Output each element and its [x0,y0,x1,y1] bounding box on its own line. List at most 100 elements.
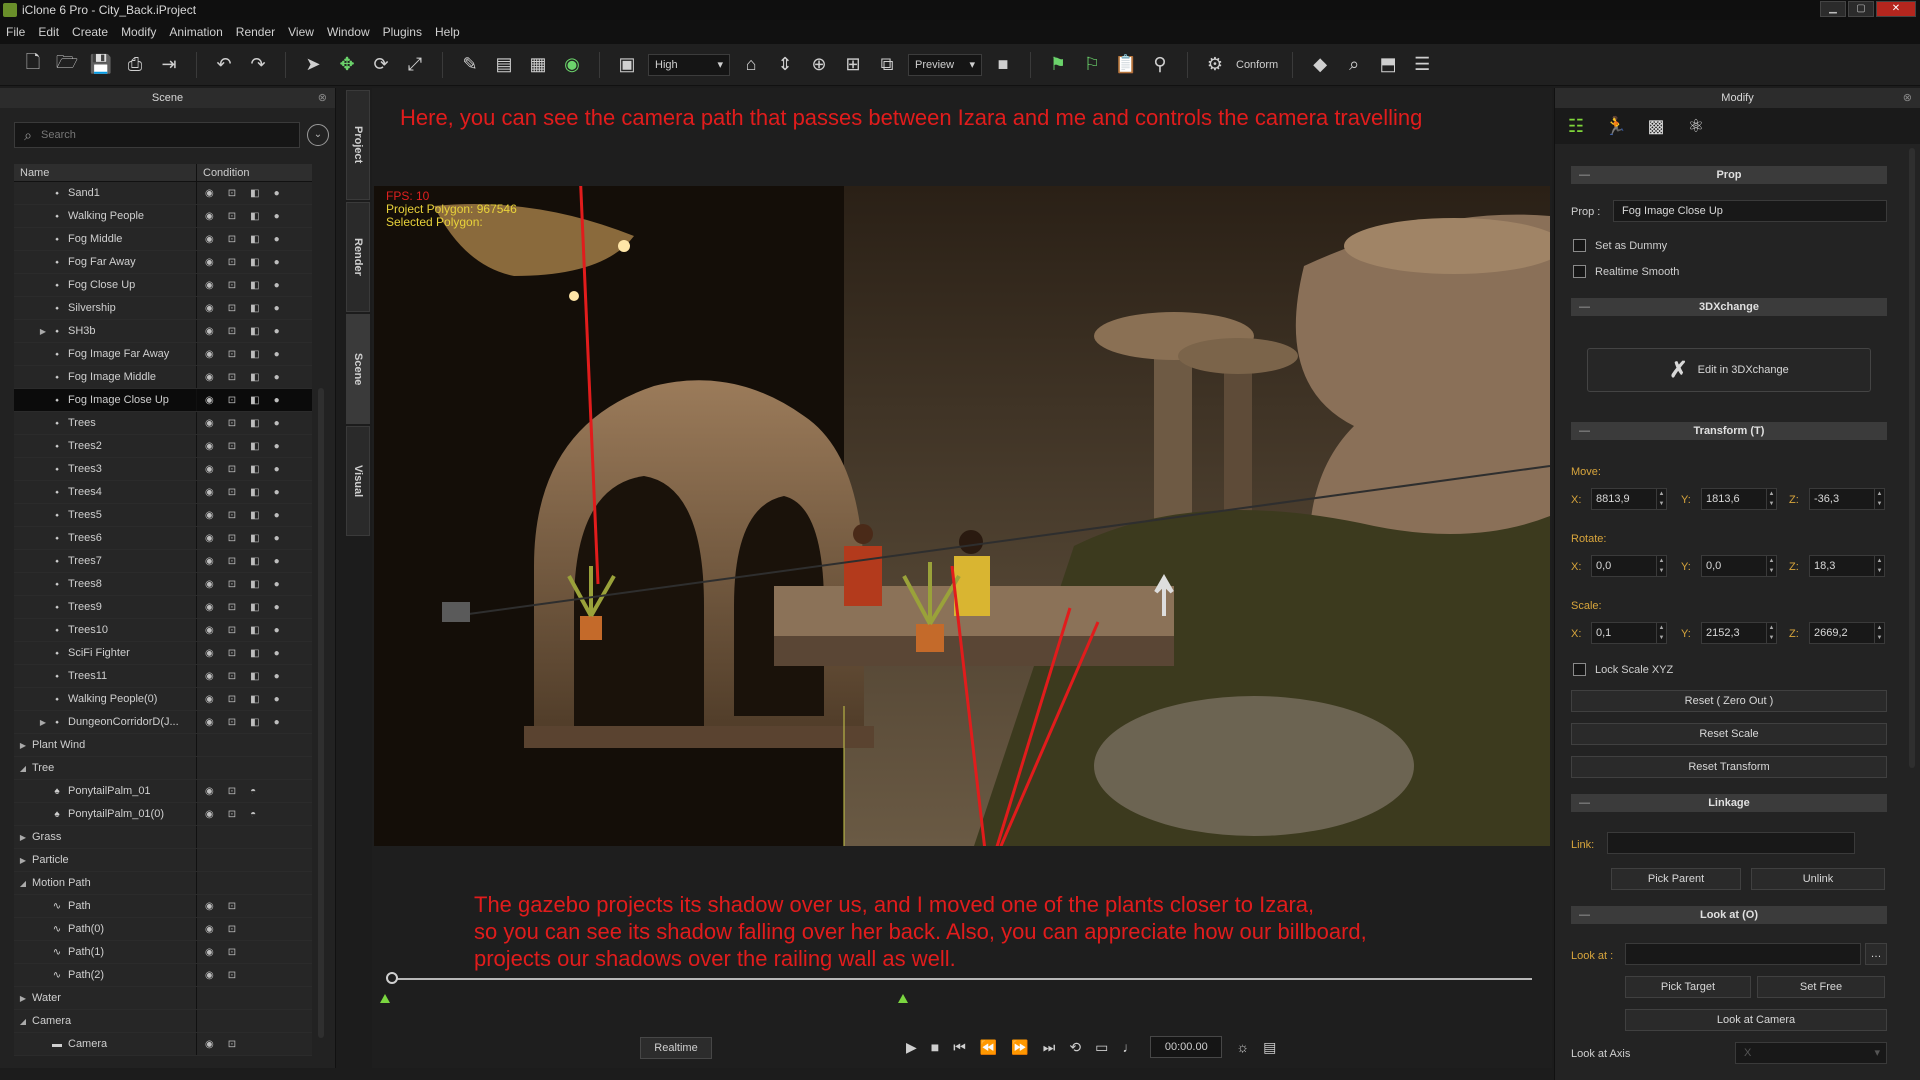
tree-row[interactable]: ⬩ Fog Image Far Away ◉ ⊡ ◧ ● [14,343,312,366]
prev-frame-icon[interactable]: ⏪ [980,1039,997,1056]
tree-row[interactable]: ▶ Particle [14,849,312,872]
menu-modify[interactable]: Modify [121,25,156,39]
unlink-button[interactable]: Unlink [1751,868,1885,890]
eye-icon[interactable]: ◉ [205,510,214,521]
conform-icon[interactable]: ⚙ [1202,52,1228,78]
rotate-x-field[interactable]: 0,0 ▲ ▼ [1591,555,1667,577]
timeline-end-marker[interactable] [898,994,908,1003]
flag-icon[interactable]: ⚐ [1079,52,1105,78]
eye-icon[interactable]: ◉ [205,717,214,728]
tab-render[interactable]: Render [346,202,370,312]
set-as-dummy-checkbox[interactable] [1573,239,1586,252]
tree-row[interactable]: ⬩ Trees7 ◉ ⊡ ◧ ● [14,550,312,573]
new-file-icon[interactable]: 🗋 [20,52,46,78]
render-icon[interactable]: ◧ [250,257,259,268]
render-icon[interactable]: ◧ [250,625,259,636]
expand-triangle-icon[interactable]: ◢ [18,879,28,888]
lock-icon[interactable]: ⊡ [228,188,236,199]
tree-row[interactable]: ◢ Camera [14,1010,312,1033]
music-note-icon[interactable]: ♩ [1122,1039,1136,1055]
menu-render[interactable]: Render [236,25,275,39]
render-icon[interactable]: ◧ [250,487,259,498]
eye-icon[interactable]: ◉ [205,303,214,314]
tab-visual[interactable]: Visual [346,426,370,536]
folder-link-icon[interactable]: ⬒ [1375,52,1401,78]
render-icon[interactable]: ◧ [250,395,259,406]
eye-icon[interactable]: ◉ [205,671,214,682]
eraser-icon[interactable]: ✎ [457,52,483,78]
menu-help[interactable]: Help [435,25,460,39]
shadow-icon[interactable]: ● [274,717,280,728]
timeline-playhead[interactable] [386,972,398,984]
settings-sun-icon[interactable]: ☼ [1236,1039,1249,1055]
visibility-eye-icon[interactable]: ◉ [559,52,585,78]
timeline-panel-icon[interactable]: ▤ [1263,1039,1276,1056]
move-x-field[interactable]: 8813,9 ▲ ▼ [1591,488,1667,510]
lock-icon[interactable]: ⊡ [228,648,236,659]
tree-row[interactable]: ⬩ Walking People ◉ ⊡ ◧ ● [14,205,312,228]
render-icon[interactable]: ◧ [250,211,259,222]
lock-icon[interactable]: ⊡ [228,533,236,544]
expand-triangle-icon[interactable]: ▶ [38,327,48,336]
menu-plugins[interactable]: Plugins [383,25,422,39]
lock-icon[interactable]: ⊡ [228,924,236,935]
conform-button[interactable]: Conform [1236,59,1278,71]
menu-window[interactable]: Window [327,25,370,39]
quality-select[interactable]: High ▾ [648,53,730,76]
zoom-extents-icon[interactable]: ⊞ [840,52,866,78]
eye-icon[interactable]: ◉ [205,234,214,245]
tree-row[interactable]: ⬩ SciFi Fighter ◉ ⊡ ◧ ● [14,642,312,665]
go-end-icon[interactable]: ⏭ [1043,1039,1056,1056]
shadow-icon[interactable]: ● [274,579,280,590]
menu-edit[interactable]: Edit [38,25,59,39]
reset-zero-out-button[interactable]: Reset ( Zero Out ) [1571,690,1887,712]
spinner-icon[interactable]: ▲ ▼ [1656,556,1666,576]
go-start-icon[interactable]: ⏮ [953,1039,966,1056]
next-frame-icon[interactable]: ⏩ [1011,1039,1028,1056]
preview-select[interactable]: Preview ▾ [908,53,982,76]
play-icon[interactable]: ▶ [906,1039,917,1056]
tree-row[interactable]: ⬩ Trees9 ◉ ⊡ ◧ ● [14,596,312,619]
sliders-icon[interactable]: ☰ [1409,52,1435,78]
redo-icon[interactable]: ↷ [245,52,271,78]
open-folder-icon[interactable]: 🗁 [54,52,80,78]
tree-row[interactable]: ◢ Motion Path [14,872,312,895]
clipboard-icon[interactable]: 📋 [1113,52,1139,78]
tree-row[interactable]: ⬩ Fog Image Middle ◉ ⊡ ◧ ● [14,366,312,389]
lock-icon[interactable]: ⊡ [228,303,236,314]
eye-icon[interactable]: ◉ [205,280,214,291]
lock-icon[interactable]: ⊡ [228,280,236,291]
lock-icon[interactable]: ⊡ [228,487,236,498]
render-icon[interactable]: ◧ [250,441,259,452]
render-icon[interactable]: ◧ [250,671,259,682]
move-gizmo-icon[interactable]: ✥ [334,52,360,78]
tree-row[interactable]: ▶ ⬩ SH3b ◉ ⊡ ◧ ● [14,320,312,343]
tree-row[interactable]: ∿ Path ◉ ⊡ [14,895,312,918]
animation-tab-icon[interactable]: 🏃 [1603,113,1629,139]
subtitle-icon[interactable]: ▭ [1095,1039,1108,1056]
spinner-icon[interactable]: ▲ ▼ [1874,556,1884,576]
lock-icon[interactable]: ⊡ [228,326,236,337]
scale-y-field[interactable]: 2152,3 ▲ ▼ [1701,622,1777,644]
magnify-search-icon[interactable]: ⌕ [1341,52,1367,78]
expand-triangle-icon[interactable]: ▶ [38,718,48,727]
look-at-camera-button[interactable]: Look at Camera [1625,1009,1887,1031]
eye-icon[interactable]: ◉ [205,602,214,613]
lock-icon[interactable]: ⊡ [228,717,236,728]
tree-row[interactable]: ⬩ Silvership ◉ ⊡ ◧ ● [14,297,312,320]
tree-row[interactable]: ⬩ Trees3 ◉ ⊡ ◧ ● [14,458,312,481]
lock-icon[interactable]: ⊡ [228,395,236,406]
render-icon[interactable]: ◧ [250,510,259,521]
render-icon[interactable]: ◧ [250,303,259,314]
viewport-layout-icon[interactable]: ▣ [614,52,640,78]
section-3dxchange[interactable]: —3DXchange [1571,298,1887,316]
frame-selected-icon[interactable]: ⊕ [806,52,832,78]
diamond-key-icon[interactable]: ◆ [1307,52,1333,78]
lock-icon[interactable]: ⊡ [228,441,236,452]
close-button[interactable]: ✕ [1876,1,1916,17]
move-z-field[interactable]: -36,3 ▲ ▼ [1809,488,1885,510]
spinner-icon[interactable]: ▲ ▼ [1874,489,1884,509]
eye-icon[interactable]: ◉ [205,464,214,475]
render-icon[interactable]: ◧ [250,602,259,613]
rotate-y-field[interactable]: 0,0 ▲ ▼ [1701,555,1777,577]
